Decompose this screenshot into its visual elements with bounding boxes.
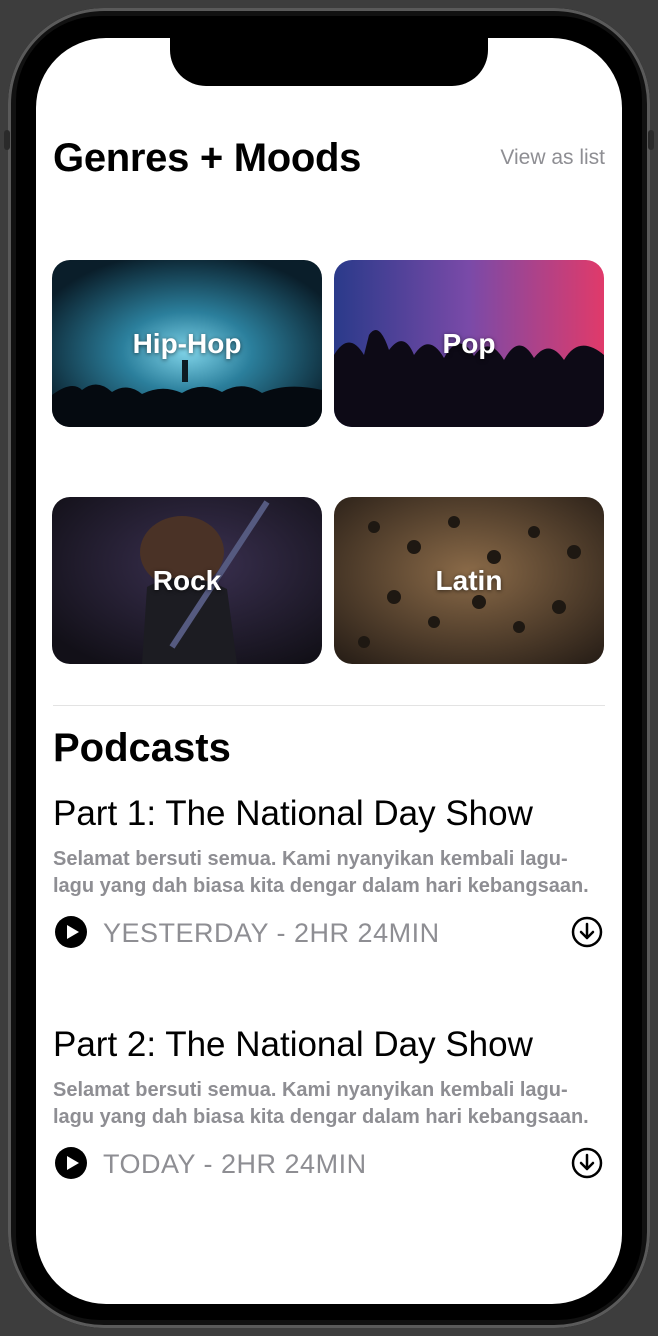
- podcasts-title: Podcasts: [53, 726, 231, 770]
- camera-notch: [170, 38, 488, 86]
- genre-label: Pop: [442, 327, 496, 359]
- app-screen: Genres + Moods View as list Hip-Hop Pop …: [36, 38, 622, 1304]
- episode-date-duration: YESTERDAY - 2HR 24MIN: [103, 918, 440, 948]
- download-circle-icon[interactable]: [571, 1147, 603, 1179]
- download-circle-icon[interactable]: [571, 916, 603, 948]
- genres-title: Genres + Moods: [53, 136, 362, 180]
- episode-date-duration: TODAY - 2HR 24MIN: [103, 1149, 367, 1179]
- podcast-episode[interactable]: Part 1: The National Day Show Selamat be…: [53, 792, 605, 950]
- side-button: [648, 130, 654, 150]
- play-circle-icon[interactable]: [55, 916, 87, 948]
- episode-title: Part 1: The National Day Show: [53, 794, 533, 833]
- genre-tile-rock[interactable]: Rock: [52, 497, 322, 664]
- episode-title: Part 2: The National Day Show: [53, 1025, 533, 1064]
- episode-meta-row: YESTERDAY - 2HR 24MIN: [53, 914, 605, 950]
- genre-label: Latin: [435, 564, 503, 596]
- genre-tile-pop[interactable]: Pop: [334, 260, 604, 427]
- view-as-list-link[interactable]: View as list: [500, 146, 605, 170]
- genre-label: Hip-Hop: [132, 327, 242, 359]
- genre-tile-hip-hop[interactable]: Hip-Hop: [52, 260, 322, 427]
- play-circle-icon[interactable]: [55, 1147, 87, 1179]
- genre-label: Rock: [152, 564, 222, 596]
- episode-description: Selamat bersuti semua. Kami nyanyikan ke…: [53, 848, 589, 897]
- side-button: [4, 130, 10, 150]
- episode-meta-row: TODAY - 2HR 24MIN: [53, 1145, 605, 1181]
- podcast-episode[interactable]: Part 2: The National Day Show Selamat be…: [53, 1023, 605, 1181]
- episode-description: Selamat bersuti semua. Kami nyanyikan ke…: [53, 1079, 589, 1128]
- genres-header: Genres + Moods View as list: [53, 136, 605, 186]
- section-divider: [53, 705, 605, 706]
- genre-tile-latin[interactable]: Latin: [334, 497, 604, 664]
